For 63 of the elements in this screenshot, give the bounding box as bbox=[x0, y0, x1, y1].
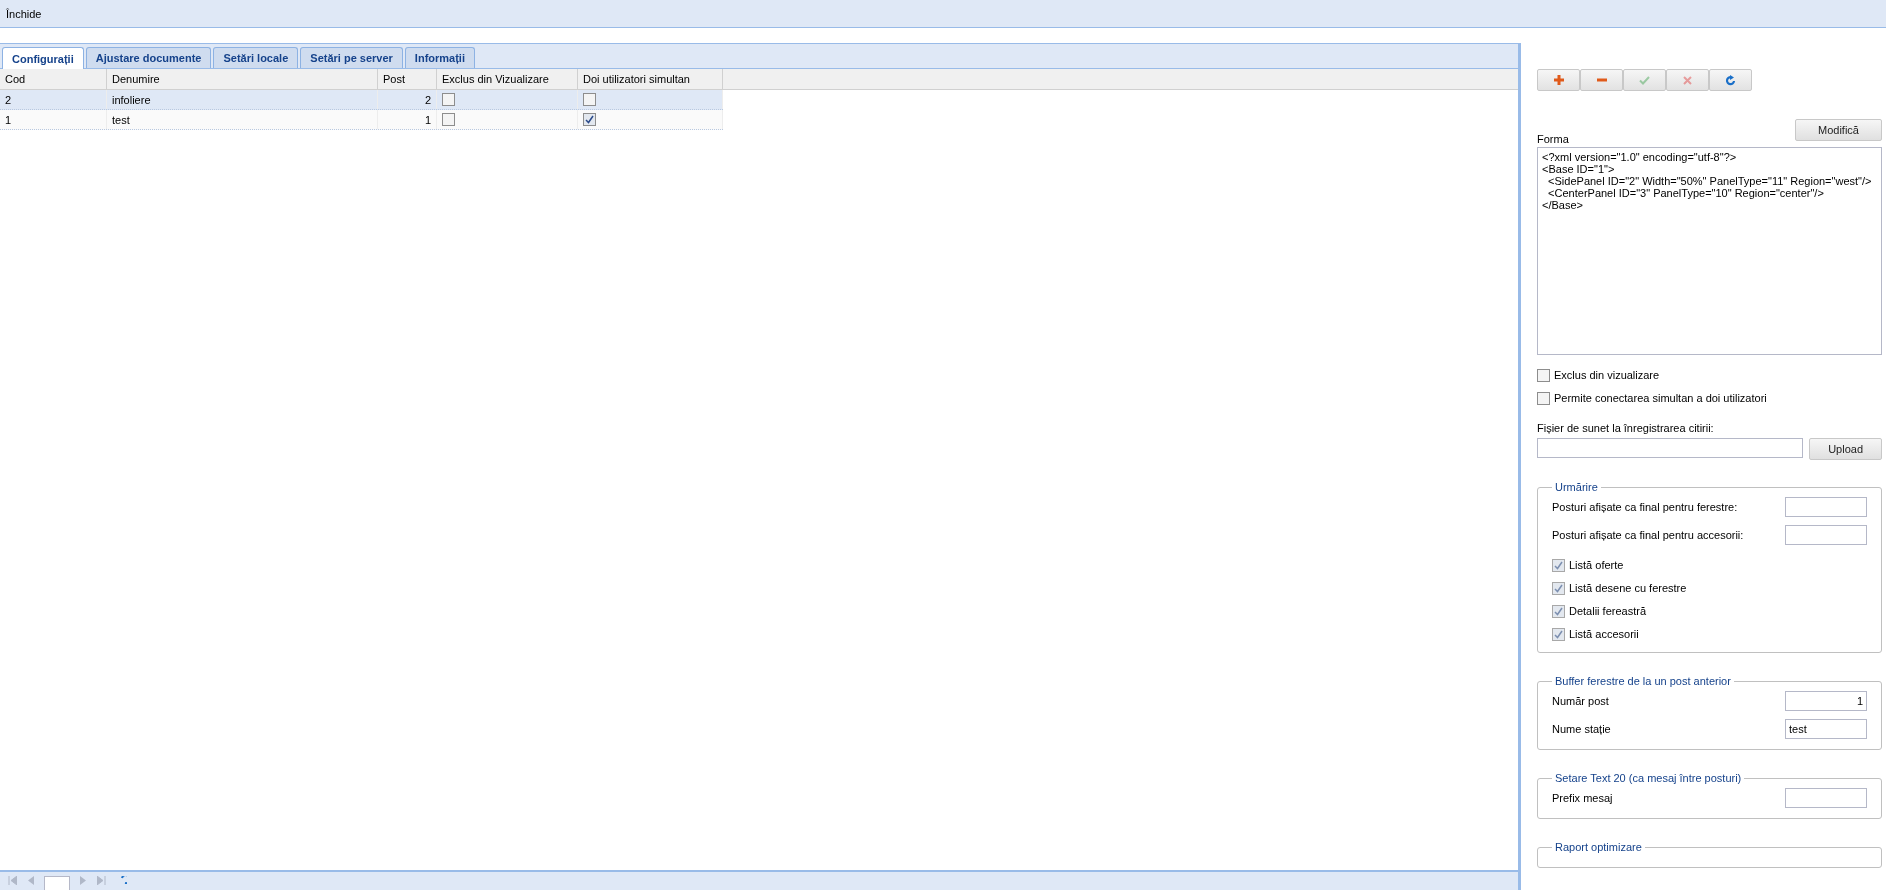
tab[interactable]: Informații bbox=[404, 47, 475, 68]
checkbox-label: Permite conectarea simultan a doi utilizatori bbox=[1554, 392, 1767, 404]
add-button[interactable] bbox=[1537, 69, 1580, 91]
text-field[interactable]: 1 bbox=[1785, 691, 1867, 711]
checkbox[interactable] bbox=[442, 113, 455, 126]
table-row[interactable]: 1 test 1 bbox=[0, 110, 723, 130]
column-header[interactable]: Denumire bbox=[107, 69, 378, 89]
previous-page-icon[interactable] bbox=[27, 876, 34, 885]
tab[interactable]: Ajustare documente bbox=[85, 47, 212, 68]
checkbox-label: Detalii fereastră bbox=[1569, 605, 1647, 617]
text-field[interactable] bbox=[1785, 788, 1867, 808]
checkbox[interactable] bbox=[1537, 368, 1550, 382]
table-cell: infoliere bbox=[107, 90, 378, 109]
table-cell: 2 bbox=[378, 90, 437, 109]
form-label: Forma bbox=[1537, 133, 1569, 145]
table-cell: test bbox=[107, 110, 378, 129]
table-cell: 1 bbox=[378, 110, 437, 129]
text-field[interactable] bbox=[1785, 497, 1867, 517]
refresh-button[interactable] bbox=[1709, 69, 1752, 91]
field-label: Nume stație bbox=[1552, 723, 1611, 735]
checkbox-label: Listă desene cu ferestre bbox=[1569, 582, 1687, 594]
page-field[interactable] bbox=[44, 876, 70, 890]
checkbox[interactable] bbox=[442, 93, 455, 106]
plus-icon bbox=[1553, 75, 1564, 85]
check-icon bbox=[1639, 75, 1650, 85]
table-cell: 1 bbox=[0, 110, 107, 129]
field-label: Posturi afișate ca final pentru accesorii: bbox=[1552, 529, 1744, 541]
text-field[interactable]: test bbox=[1785, 719, 1867, 739]
text-field[interactable] bbox=[1785, 525, 1867, 545]
tab[interactable]: Setări pe server bbox=[300, 47, 403, 68]
table-cell: 2 bbox=[0, 90, 107, 109]
minus-icon bbox=[1596, 78, 1607, 82]
tab[interactable]: Configurații bbox=[2, 47, 84, 69]
tab[interactable]: Setări locale bbox=[213, 47, 299, 68]
checkbox-label: Listă oferte bbox=[1569, 559, 1624, 571]
close-link[interactable]: Închide bbox=[6, 7, 42, 20]
column-header[interactable]: Post bbox=[378, 69, 437, 89]
checkbox[interactable] bbox=[1537, 391, 1550, 405]
modify-button[interactable]: Modifică bbox=[1795, 119, 1882, 141]
column-header[interactable]: Cod bbox=[0, 69, 107, 89]
close-icon bbox=[1683, 75, 1692, 85]
checkbox[interactable] bbox=[583, 113, 596, 126]
field-label: Prefix mesaj bbox=[1552, 792, 1613, 804]
checkbox-label: Listă accesorii bbox=[1569, 628, 1639, 640]
group-title: Urmărire bbox=[1554, 481, 1599, 493]
group-title: Buffer ferestre de la un post anterior bbox=[1554, 675, 1732, 687]
column-header[interactable]: Doi utilizatori simultan bbox=[578, 69, 723, 89]
checkbox[interactable] bbox=[583, 93, 596, 106]
form-editor[interactable]: <?xml version="1.0" encoding="utf-8"?> <Base ID="1"> <SidePanel ID="2" Width="50%" PanelType="11" Region="west"/> <CenterPanel ID="3" PanelType="10" Region="center"/> </Base> bbox=[1537, 147, 1882, 355]
field-label: Fișier de sunet la înregistrarea citirii: bbox=[1537, 422, 1715, 434]
upload-button[interactable]: Upload bbox=[1809, 438, 1882, 460]
file-field[interactable] bbox=[1537, 438, 1804, 458]
last-page-icon[interactable] bbox=[97, 876, 106, 885]
field-label: Număr post bbox=[1552, 695, 1609, 707]
first-page-icon[interactable] bbox=[8, 876, 17, 885]
group-title: Setare Text 20 (ca mesaj între posturi) bbox=[1554, 772, 1743, 784]
column-header[interactable]: Exclus din Vizualizare bbox=[437, 69, 578, 89]
checkbox-label: Exclus din vizualizare bbox=[1554, 369, 1660, 381]
table-row[interactable]: 2 infoliere 2 bbox=[0, 90, 723, 110]
remove-button[interactable] bbox=[1580, 69, 1623, 91]
next-page-icon[interactable] bbox=[80, 876, 87, 885]
field-label: Posturi afișate ca final pentru ferestre: bbox=[1552, 501, 1738, 513]
group-title: Raport optimizare bbox=[1554, 841, 1643, 853]
